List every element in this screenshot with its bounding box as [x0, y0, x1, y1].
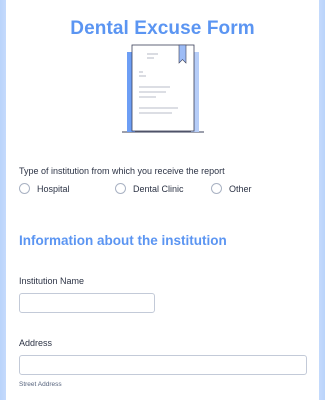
radio-circle-icon[interactable] [19, 183, 30, 194]
radio-label: Hospital [37, 183, 70, 194]
radio-option-dental-clinic[interactable]: Dental Clinic [115, 183, 184, 194]
institution-name-input[interactable] [19, 293, 155, 313]
institution-type-question: Type of institution from which you recei… [19, 166, 225, 176]
radio-label: Other [229, 183, 252, 194]
address-label: Address [19, 338, 53, 348]
section-heading: Information about the institution [19, 233, 227, 248]
street-address-input[interactable] [19, 355, 307, 375]
institution-name-label: Institution Name [19, 276, 85, 286]
document-illustration-icon [122, 44, 204, 133]
form-title: Dental Excuse Form [70, 18, 255, 39]
radio-circle-icon[interactable] [211, 183, 222, 194]
radio-option-hospital[interactable]: Hospital [19, 183, 70, 194]
radio-label: Dental Clinic [133, 183, 184, 194]
radio-circle-icon[interactable] [115, 183, 126, 194]
street-address-sublabel: Street Address [19, 381, 62, 388]
radio-option-other[interactable]: Other [211, 183, 252, 194]
